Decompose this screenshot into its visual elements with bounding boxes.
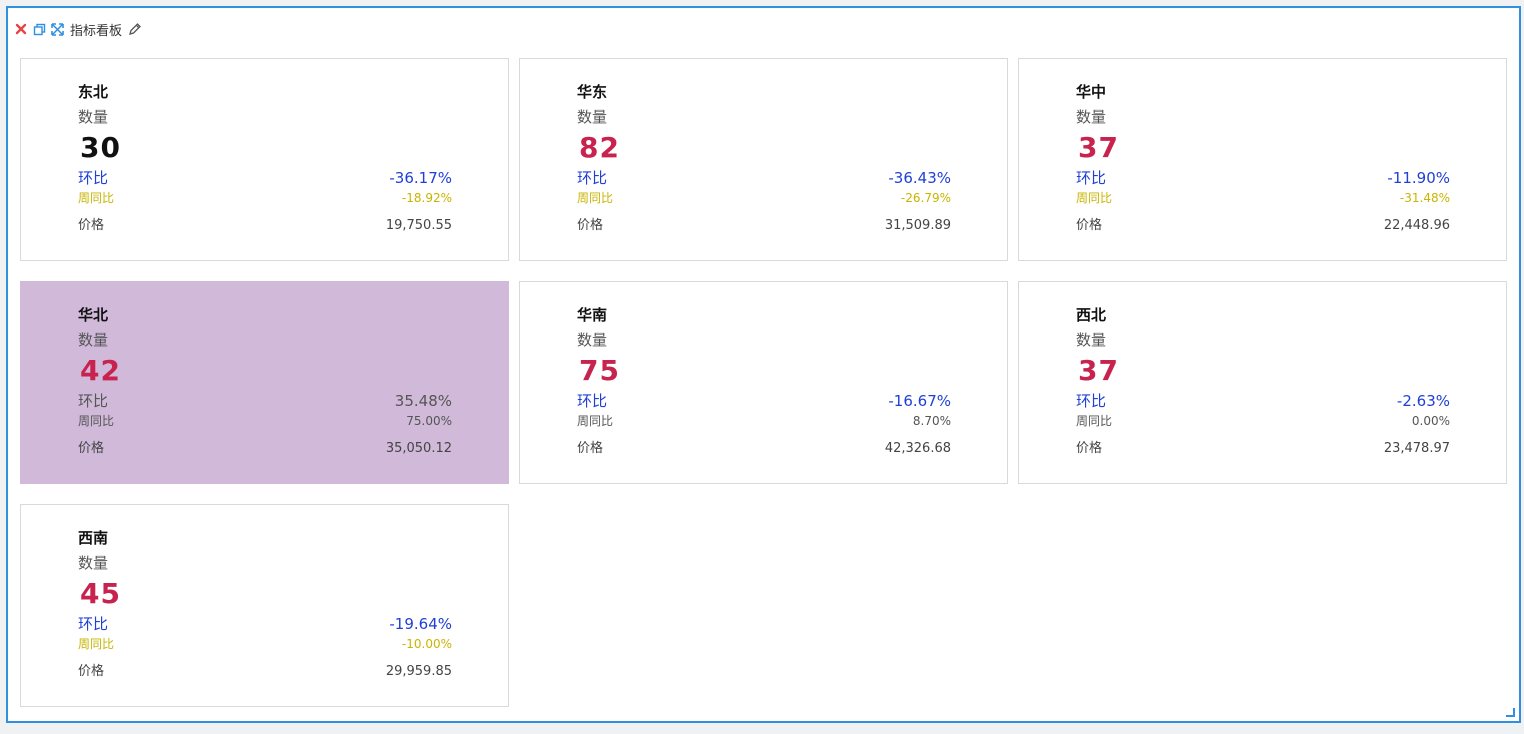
copy-icon[interactable] [30,20,48,38]
wow-value: 0.00% [1411,414,1450,428]
price-value: 35,050.12 [385,441,452,456]
card-region: 华北 [78,306,109,324]
card-region: 东北 [78,83,109,101]
price-value: 22,448.96 [1383,218,1450,233]
wow-value: -18.92% [401,191,452,205]
card-metric-label: 数量 [1076,331,1107,349]
price-value: 42,326.68 [884,441,951,456]
price-label: 价格 [1076,218,1103,233]
metric-card[interactable]: 东北数量 30 环比 -36.17% 周同比 -18.92% 价格 19,750.55 [20,58,509,261]
card-value: 75 [579,354,620,387]
price-value: 23,478.97 [1383,441,1450,456]
mom-label: 环比 [78,169,109,187]
price-value: 29,959.85 [385,664,452,679]
card-metric-label: 数量 [1076,108,1107,126]
card-value: 37 [1078,131,1119,164]
price-label: 价格 [1076,441,1103,456]
mom-value: -11.90% [1387,169,1450,187]
wow-value: 75.00% [406,414,452,428]
wow-label: 周同比 [577,191,614,205]
mom-label: 环比 [1076,392,1107,410]
mom-value: -16.67% [888,392,951,410]
dashboard-panel: 指标看板 东北数量 30 环比 -36.17% 周同比 -18.92% 价格 19,750.5… [6,6,1521,723]
metric-card[interactable]: 华北数量 42 环比 35.48% 周同比 75.00% 价格 35,050.12 [20,281,509,484]
card-region: 华南 [577,306,608,324]
wow-value: -10.00% [401,637,452,651]
card-metric-label: 数量 [577,108,608,126]
wow-label: 周同比 [577,414,614,428]
price-label: 价格 [78,218,105,233]
mom-value: -36.17% [389,169,452,187]
metric-card[interactable]: 华中数量 37 环比 -11.90% 周同比 -31.48% 价格 22,448.96 [1018,58,1507,261]
card-region: 华中 [1076,83,1107,101]
expand-icon[interactable] [48,20,66,38]
card-region: 西北 [1076,306,1107,324]
edit-icon[interactable] [126,20,144,38]
card-region: 华东 [577,83,608,101]
price-value: 19,750.55 [385,218,452,233]
price-label: 价格 [577,441,604,456]
card-metric-label: 数量 [78,331,109,349]
panel-title: 指标看板 [70,23,123,39]
price-value: 31,509.89 [884,218,951,233]
card-value: 30 [80,131,121,164]
card-value: 37 [1078,354,1119,387]
price-label: 价格 [78,664,105,679]
metric-card[interactable]: 华南数量 75 环比 -16.67% 周同比 8.70% 价格 42,326.68 [519,281,1008,484]
card-metric-label: 数量 [78,108,109,126]
price-label: 价格 [577,218,604,233]
card-metric-label: 数量 [577,331,608,349]
metric-card[interactable]: 西南数量 45 环比 -19.64% 周同比 -10.00% 价格 29,959.85 [20,504,509,707]
mom-value: -36.43% [888,169,951,187]
mom-value: 35.48% [394,392,452,410]
wow-value: 8.70% [912,414,951,428]
resize-handle[interactable] [1506,708,1515,717]
price-label: 价格 [78,441,105,456]
metric-card[interactable]: 西北数量 37 环比 -2.63% 周同比 0.00% 价格 23,478.97 [1018,281,1507,484]
mom-label: 环比 [577,392,608,410]
metric-card[interactable]: 华东数量 82 环比 -36.43% 周同比 -26.79% 价格 31,509.89 [519,58,1008,261]
mom-value: -19.64% [389,615,452,633]
card-value: 42 [80,354,121,387]
card-value: 82 [579,131,620,164]
wow-label: 周同比 [78,191,115,205]
close-icon[interactable] [12,20,30,38]
wow-label: 周同比 [78,414,115,428]
card-value: 45 [80,577,121,610]
wow-label: 周同比 [1076,191,1113,205]
panel-toolbar: 指标看板 [12,19,144,39]
mom-label: 环比 [78,615,109,633]
wow-value: -31.48% [1399,191,1450,205]
mom-label: 环比 [577,169,608,187]
wow-value: -26.79% [900,191,951,205]
wow-label: 周同比 [1076,414,1113,428]
mom-label: 环比 [78,392,109,410]
mom-value: -2.63% [1396,392,1450,410]
mom-label: 环比 [1076,169,1107,187]
card-metric-label: 数量 [78,554,109,572]
wow-label: 周同比 [78,637,115,651]
card-region: 西南 [78,529,109,547]
